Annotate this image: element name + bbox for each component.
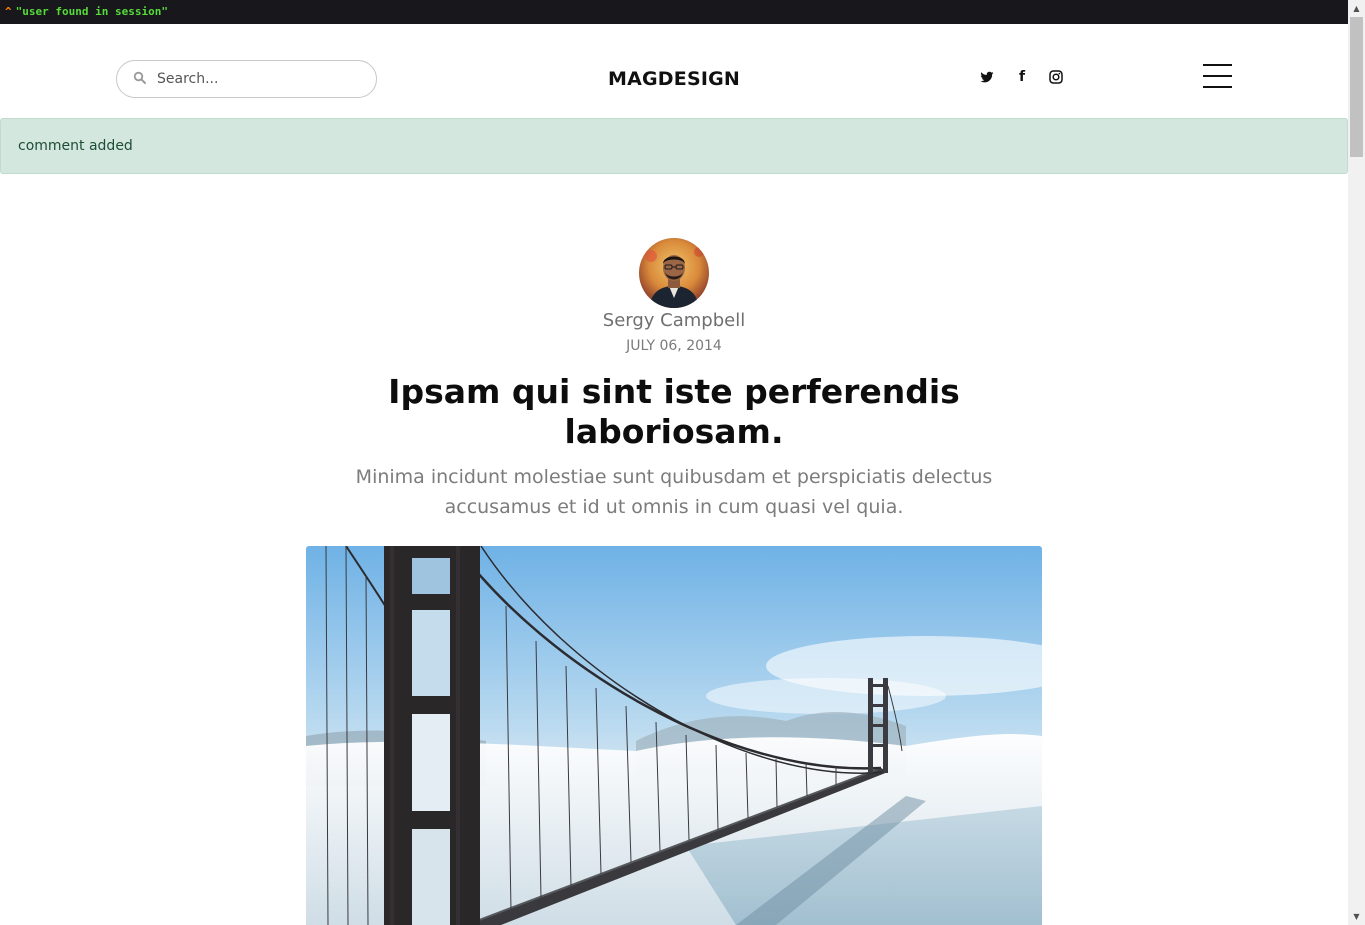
post-date: JULY 06, 2014 xyxy=(626,338,722,354)
scrollbar-thumb[interactable] xyxy=(1350,17,1363,157)
site-header: MAGDESIGN f xyxy=(0,24,1348,118)
debug-caret: ^ xyxy=(5,5,12,18)
scroll-up-arrow-icon[interactable]: ▲ xyxy=(1348,0,1365,17)
scroll-down-arrow-icon[interactable]: ▼ xyxy=(1348,908,1365,925)
hero-image xyxy=(306,546,1042,925)
debug-bar: ^ "user found in session" xyxy=(0,0,1348,24)
search-box[interactable] xyxy=(116,60,377,98)
twitter-bird-icon xyxy=(980,71,994,83)
debug-message: "user found in session" xyxy=(15,5,168,18)
site-logo[interactable]: MAGDESIGN xyxy=(574,68,774,90)
instagram-icon[interactable] xyxy=(1048,68,1064,86)
facebook-icon[interactable]: f xyxy=(1014,68,1030,86)
search-input[interactable] xyxy=(157,67,357,91)
author-avatar[interactable] xyxy=(639,238,709,308)
success-alert: comment added xyxy=(0,118,1348,174)
twitter-icon[interactable] xyxy=(979,68,995,86)
post-title: Ipsam qui sint iste perferendis laborios… xyxy=(388,372,960,451)
post-subtitle: Minima incidunt molestiae sunt quibusdam… xyxy=(355,466,993,518)
author-photo xyxy=(639,238,709,308)
bridge-photo xyxy=(306,546,1042,925)
search-icon xyxy=(133,71,146,84)
instagram-camera-icon xyxy=(1049,70,1063,84)
author-name[interactable]: Sergy Campbell xyxy=(474,310,874,331)
hamburger-menu-icon[interactable] xyxy=(1203,62,1232,90)
vertical-scrollbar[interactable]: ▲ ▼ xyxy=(1348,0,1365,925)
